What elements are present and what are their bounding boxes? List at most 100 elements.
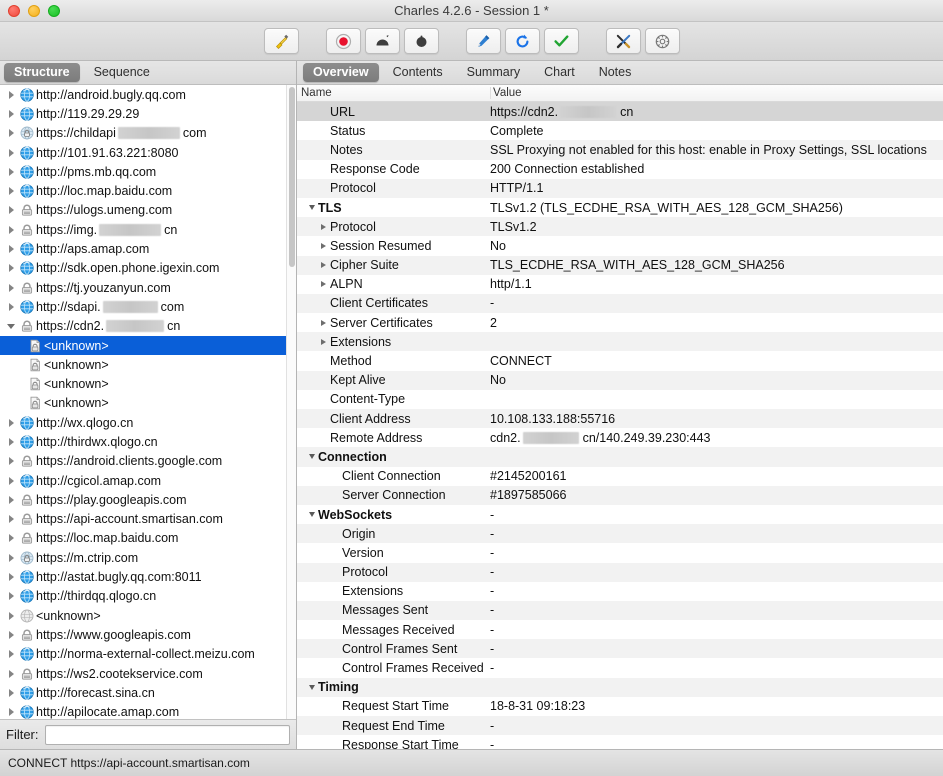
chevron-right-icon[interactable]	[4, 206, 18, 215]
tree-row[interactable]: http://sdk.open.phone.igexin.com	[0, 259, 286, 278]
detail-row[interactable]: TLS TLSv1.2 (TLS_ECDHE_RSA_WITH_AES_128_G…	[297, 198, 943, 217]
detail-row[interactable]: Version -	[297, 543, 943, 562]
chevron-down-icon[interactable]	[4, 323, 18, 329]
detail-row[interactable]: Response Start Time -	[297, 735, 943, 749]
chevron-right-icon[interactable]	[4, 90, 18, 99]
chevron-right-icon[interactable]	[4, 688, 18, 697]
detail-row[interactable]: Request Start Time 18-8-31 09:18:23	[297, 697, 943, 716]
tab-summary[interactable]: Summary	[457, 63, 530, 82]
chevron-right-icon[interactable]	[317, 338, 330, 345]
detail-row[interactable]: Remote Address cdn2. cn/140.249.39.230:443	[297, 428, 943, 447]
detail-row[interactable]: Session Resumed No	[297, 236, 943, 255]
detail-row[interactable]: Content-Type	[297, 390, 943, 409]
detail-row[interactable]: Server Certificates 2	[297, 313, 943, 332]
tree-row[interactable]: http://thirdwx.qlogo.cn	[0, 432, 286, 451]
chevron-right-icon[interactable]	[4, 245, 18, 254]
chevron-down-icon[interactable]	[305, 512, 318, 518]
tree-row[interactable]: http://astat.bugly.qq.com:8011	[0, 567, 286, 586]
tree-row[interactable]: http://cgicol.amap.com	[0, 471, 286, 490]
detail-row[interactable]: Control Frames Sent -	[297, 639, 943, 659]
chevron-right-icon[interactable]	[4, 495, 18, 504]
chevron-right-icon[interactable]	[4, 148, 18, 157]
breakpoints-button[interactable]	[403, 28, 439, 54]
chevron-right-icon[interactable]	[4, 437, 18, 446]
tree-vertical-scrollbar[interactable]	[286, 85, 296, 719]
chevron-right-icon[interactable]	[4, 418, 18, 427]
detail-row[interactable]: Origin -	[297, 524, 943, 544]
detail-row[interactable]: Extensions -	[297, 582, 943, 601]
tree-row[interactable]: https://m.ctrip.com	[0, 548, 286, 567]
tree-scrollbar-thumb[interactable]	[289, 87, 295, 267]
chevron-right-icon[interactable]	[317, 281, 330, 288]
tree-row[interactable]: <unknown>	[0, 355, 286, 374]
validate-button[interactable]	[543, 28, 579, 54]
tree-row[interactable]: <unknown>	[0, 606, 286, 625]
tree-row[interactable]: <unknown>	[0, 374, 286, 393]
tree-row[interactable]: http://forecast.sina.cn	[0, 683, 286, 702]
compose-button[interactable]	[465, 28, 501, 54]
detail-row[interactable]: Kept Alive No	[297, 370, 943, 390]
tree-row[interactable]: http://101.91.63.221:8080	[0, 143, 286, 162]
tree-row[interactable]: http://thirdqq.qlogo.cn	[0, 587, 286, 606]
chevron-right-icon[interactable]	[4, 534, 18, 543]
tree-row[interactable]: http://aps.amap.com	[0, 239, 286, 258]
detail-row[interactable]: ALPN http/1.1	[297, 275, 943, 294]
tree-row[interactable]: https://api-account.smartisan.com	[0, 510, 286, 529]
tab-structure[interactable]: Structure	[4, 63, 80, 82]
tree-row[interactable]: http://norma-external-collect.meizu.com	[0, 645, 286, 664]
chevron-right-icon[interactable]	[4, 708, 18, 717]
chevron-right-icon[interactable]	[4, 109, 18, 118]
tree-row[interactable]: https://cdn2. cn	[0, 317, 286, 336]
tools-button[interactable]	[605, 28, 641, 54]
chevron-right-icon[interactable]	[4, 129, 18, 138]
chevron-right-icon[interactable]	[4, 592, 18, 601]
detail-row[interactable]: Request End Time -	[297, 716, 943, 736]
detail-row[interactable]: Client Certificates -	[297, 293, 943, 314]
tree-row[interactable]: https://play.googleapis.com	[0, 490, 286, 509]
detail-row[interactable]: Control Frames Received -	[297, 658, 943, 677]
detail-row[interactable]: Status Complete	[297, 121, 943, 140]
chevron-right-icon[interactable]	[4, 611, 18, 620]
chevron-right-icon[interactable]	[4, 630, 18, 639]
detail-row[interactable]: Method CONNECT	[297, 351, 943, 370]
tab-contents[interactable]: Contents	[383, 63, 453, 82]
tree-row[interactable]: https://loc.map.baidu.com	[0, 529, 286, 548]
tab-sequence[interactable]: Sequence	[84, 63, 160, 82]
tree-row[interactable]: https://android.clients.google.com	[0, 452, 286, 471]
overview-detail-table[interactable]: URL https://cdn2. cn Status Complete Notes SSL…	[297, 102, 943, 749]
tree-row[interactable]: http://loc.map.baidu.com	[0, 181, 286, 200]
detail-row[interactable]: Extensions	[297, 332, 943, 352]
chevron-right-icon[interactable]	[317, 319, 330, 326]
tree-row[interactable]: http://sdapi. com	[0, 297, 286, 316]
clear-session-button[interactable]	[263, 28, 299, 54]
detail-row[interactable]: Server Connection #1897585066	[297, 485, 943, 505]
chevron-down-icon[interactable]	[305, 684, 318, 690]
tree-row[interactable]: http://wx.qlogo.cn	[0, 413, 286, 432]
chevron-right-icon[interactable]	[4, 650, 18, 659]
chevron-right-icon[interactable]	[4, 167, 18, 176]
chevron-right-icon[interactable]	[317, 242, 330, 249]
tree-row[interactable]: https://ws2.cootekservice.com	[0, 664, 286, 683]
chevron-down-icon[interactable]	[305, 205, 318, 211]
filter-input[interactable]	[44, 724, 290, 745]
chevron-right-icon[interactable]	[4, 302, 18, 311]
detail-row[interactable]: Timing	[297, 677, 943, 697]
tree-row[interactable]: <unknown>	[0, 394, 286, 413]
chevron-right-icon[interactable]	[4, 457, 18, 466]
tree-row[interactable]: http://pms.mb.qq.com	[0, 162, 286, 181]
tree-row[interactable]: https://childapi com	[0, 124, 286, 143]
tree-row[interactable]: http://119.29.29.29	[0, 104, 286, 123]
detail-row[interactable]: Notes SSL Proxying not enabled for this h…	[297, 140, 943, 160]
detail-row[interactable]: URL https://cdn2. cn	[297, 102, 943, 122]
chevron-right-icon[interactable]	[4, 515, 18, 524]
repeat-button[interactable]	[504, 28, 540, 54]
detail-row[interactable]: Cipher Suite TLS_ECDHE_RSA_WITH_AES_128_G…	[297, 255, 943, 275]
detail-row[interactable]: Client Address 10.108.133.188:55716	[297, 409, 943, 429]
tree-row[interactable]: https://www.googleapis.com	[0, 625, 286, 644]
detail-row[interactable]: Client Connection #2145200161	[297, 467, 943, 486]
tree-row[interactable]: http://android.bugly.qq.com	[0, 85, 286, 104]
tab-overview[interactable]: Overview	[303, 63, 379, 82]
chevron-right-icon[interactable]	[4, 225, 18, 234]
chevron-right-icon[interactable]	[4, 553, 18, 562]
chevron-right-icon[interactable]	[317, 262, 330, 269]
